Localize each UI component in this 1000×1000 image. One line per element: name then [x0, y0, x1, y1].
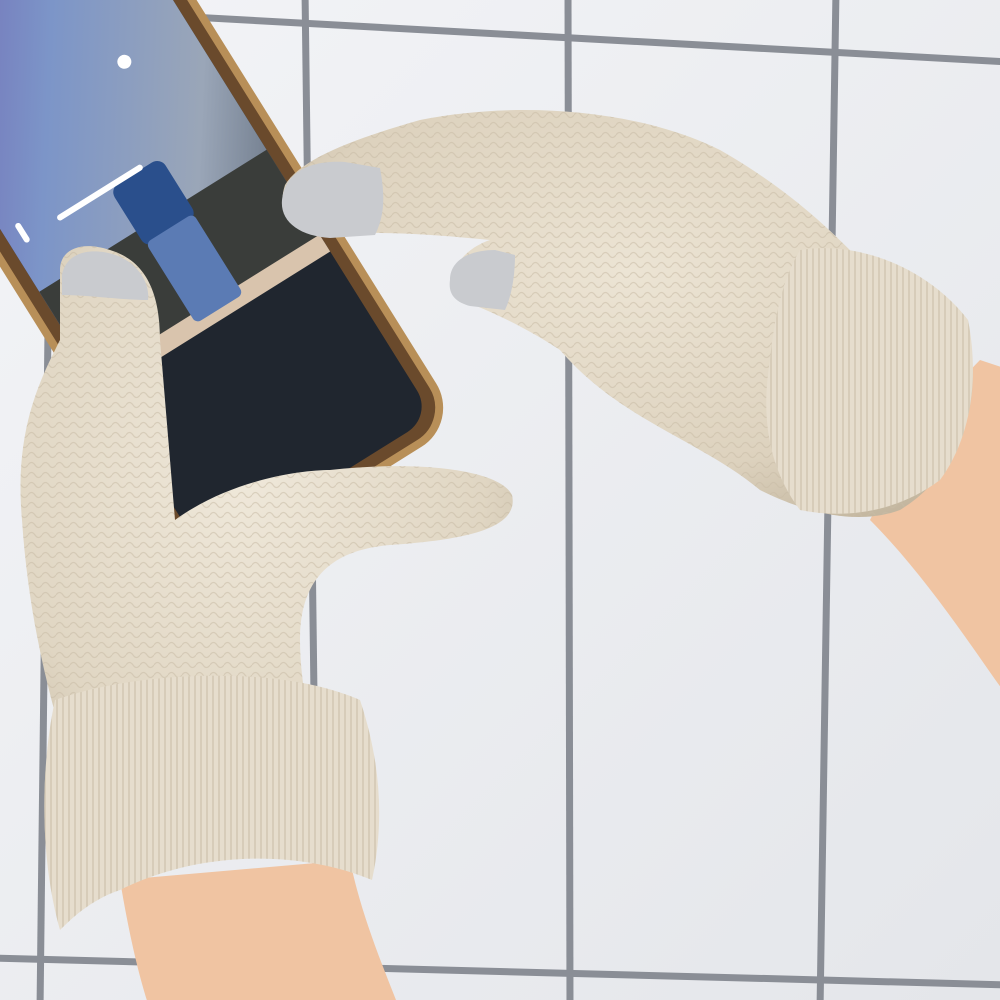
right-touch-fingertip: [281, 161, 384, 238]
scene-illustration: [0, 0, 1000, 1000]
photo-scene: [0, 0, 1000, 1000]
